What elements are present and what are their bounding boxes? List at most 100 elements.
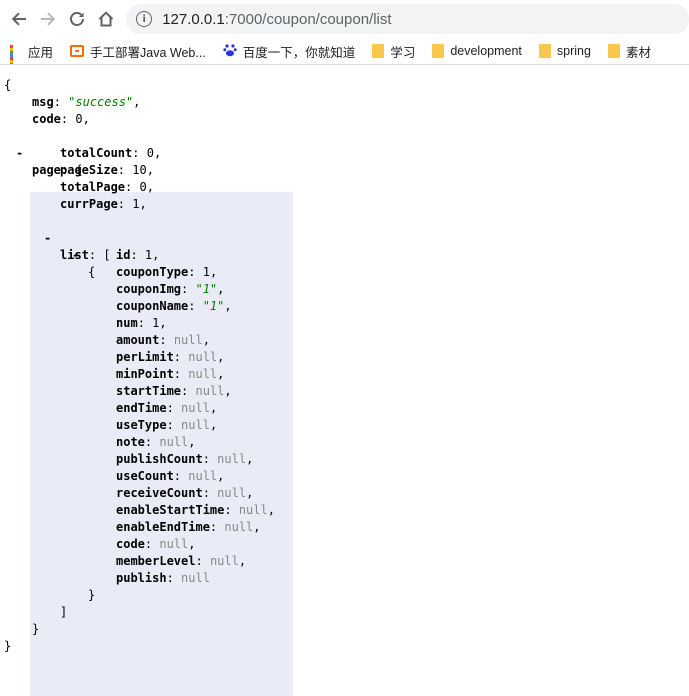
- aliyun-icon: [70, 45, 85, 57]
- json-key: minPoint: [116, 367, 174, 381]
- reload-icon: [69, 12, 84, 26]
- json-value: "1": [195, 282, 218, 296]
- bookmark-baidu[interactable]: 百度一下，你就知道: [223, 42, 356, 61]
- url-text[interactable]: 127.0.0.1:7000/coupon/coupon/list: [162, 11, 391, 28]
- json-line-pagesize: pageSize: 10,: [60, 163, 154, 177]
- json-line-page: - page: {: [16, 146, 83, 177]
- json-line-page-close: }: [32, 622, 40, 636]
- bookmark-aliyun[interactable]: 手工部署Java Web...: [70, 42, 206, 61]
- json-value: null: [181, 401, 210, 415]
- json-line-note: note: null,: [116, 435, 196, 449]
- json-line-receivecount: receiveCount: null,: [116, 486, 254, 500]
- json-line-perlimit: perLimit: null,: [116, 350, 225, 364]
- json-key: totalCount: [60, 146, 133, 160]
- json-key: code: [116, 537, 145, 551]
- json-line-publishcount: publishCount: null,: [116, 452, 254, 466]
- bookmark-label: 素材: [625, 45, 651, 60]
- json-key: couponType: [116, 265, 189, 279]
- json-key: useCount: [116, 469, 174, 483]
- bookmarks-bar: 应用 手工部署Java Web... 百度一下，你就知道 学习 developm…: [0, 38, 689, 65]
- json-line-totalpage: totalPage: 0,: [60, 180, 154, 194]
- bookmark-folder-spring[interactable]: spring: [538, 44, 591, 58]
- forward-button[interactable]: [33, 4, 62, 34]
- site-info-icon[interactable]: i: [136, 11, 153, 27]
- json-line-endtime: endTime: null,: [116, 401, 218, 415]
- forward-arrow-icon: [40, 12, 55, 26]
- json-line-list-close: ]: [60, 605, 68, 619]
- url-path: :7000/coupon/coupon/list: [224, 10, 392, 28]
- json-line-num: num: 1,: [116, 316, 167, 330]
- json-key: msg: [32, 95, 54, 109]
- json-key: totalPage: [60, 180, 126, 194]
- folder-icon: [607, 44, 620, 58]
- browser-toolbar: i 127.0.0.1:7000/coupon/coupon/list: [0, 0, 689, 38]
- json-value: 0: [139, 180, 147, 194]
- url-host: 127.0.0.1: [162, 10, 225, 28]
- bookmark-folder-development[interactable]: development: [432, 44, 522, 58]
- json-value: 10: [132, 163, 147, 177]
- home-icon: [98, 11, 113, 27]
- json-value: null: [181, 571, 210, 585]
- json-value: null: [159, 435, 189, 449]
- json-key: couponName: [116, 299, 189, 313]
- bookmark-label: 百度一下，你就知道: [242, 45, 356, 60]
- back-arrow-icon: [11, 12, 26, 26]
- json-line-usecount: useCount: null,: [116, 469, 225, 483]
- json-value: null: [181, 418, 210, 432]
- json-key: pageSize: [60, 163, 118, 177]
- json-line-enableendtime: enableEndTime: null,: [116, 520, 261, 534]
- reload-button[interactable]: [62, 4, 91, 34]
- json-line-totalcount: totalCount: 0,: [60, 146, 162, 160]
- json-value: null: [173, 333, 203, 347]
- json-line-item-open: - {: [72, 248, 96, 279]
- json-line-couponimg: couponImg: "1",: [116, 282, 225, 296]
- json-line-enablestarttime: enableStartTime: null,: [116, 503, 275, 517]
- json-value: null: [209, 554, 239, 568]
- json-line-currpage: currPage: 1,: [60, 197, 147, 211]
- json-key: enableEndTime: [116, 520, 210, 534]
- json-key: useType: [116, 418, 167, 432]
- folder-icon: [538, 44, 551, 58]
- json-line-id: id: 1,: [116, 248, 160, 262]
- json-value: null: [188, 350, 218, 364]
- json-key: receiveCount: [116, 486, 203, 500]
- json-line-code: code: 0,: [32, 112, 90, 126]
- json-value: null: [238, 503, 268, 517]
- bookmark-folder-assets[interactable]: 素材: [607, 42, 651, 61]
- json-key: startTime: [116, 384, 182, 398]
- json-item-fields: id: 1, couponType: 1, couponImg: "1", coupo…: [0, 247, 689, 587]
- json-key: memberLevel: [116, 554, 196, 568]
- bookmark-folder-study[interactable]: 学习: [372, 42, 415, 61]
- back-button[interactable]: [4, 4, 33, 34]
- bookmark-label: 手工部署Java Web...: [90, 45, 206, 60]
- json-line-starttime: startTime: null,: [116, 384, 232, 398]
- home-button[interactable]: [91, 4, 120, 34]
- json-key: publish: [116, 571, 167, 585]
- json-value: null: [195, 384, 225, 398]
- json-value: null: [159, 537, 189, 551]
- bookmark-label: development: [450, 44, 522, 58]
- json-value: null: [217, 452, 247, 466]
- json-line-amount: amount: null,: [116, 333, 210, 347]
- json-key: perLimit: [116, 350, 174, 364]
- apps-icon: [10, 45, 22, 64]
- json-key: couponImg: [116, 282, 182, 296]
- json-key: note: [116, 435, 145, 449]
- json-key: code: [32, 112, 61, 126]
- bookmark-apps[interactable]: 应用: [10, 42, 54, 64]
- address-bar[interactable]: i 127.0.0.1:7000/coupon/coupon/list: [126, 4, 689, 34]
- json-value: 0: [146, 146, 154, 160]
- folder-icon: [372, 44, 385, 58]
- json-value: null: [224, 520, 254, 534]
- json-key: num: [116, 316, 138, 330]
- json-key: endTime: [116, 401, 167, 415]
- baidu-icon: [223, 43, 237, 60]
- bookmark-label: spring: [556, 44, 591, 58]
- json-line-msg: msg: "success",: [32, 95, 141, 109]
- bookmark-label: 应用: [28, 45, 54, 60]
- json-line-couponname: couponName: "1",: [116, 299, 232, 313]
- json-value: 0: [75, 112, 83, 126]
- json-line-item-close: }: [88, 588, 96, 602]
- json-line-code: code: null,: [116, 537, 196, 551]
- json-line-coupontype: couponType: 1,: [116, 265, 218, 279]
